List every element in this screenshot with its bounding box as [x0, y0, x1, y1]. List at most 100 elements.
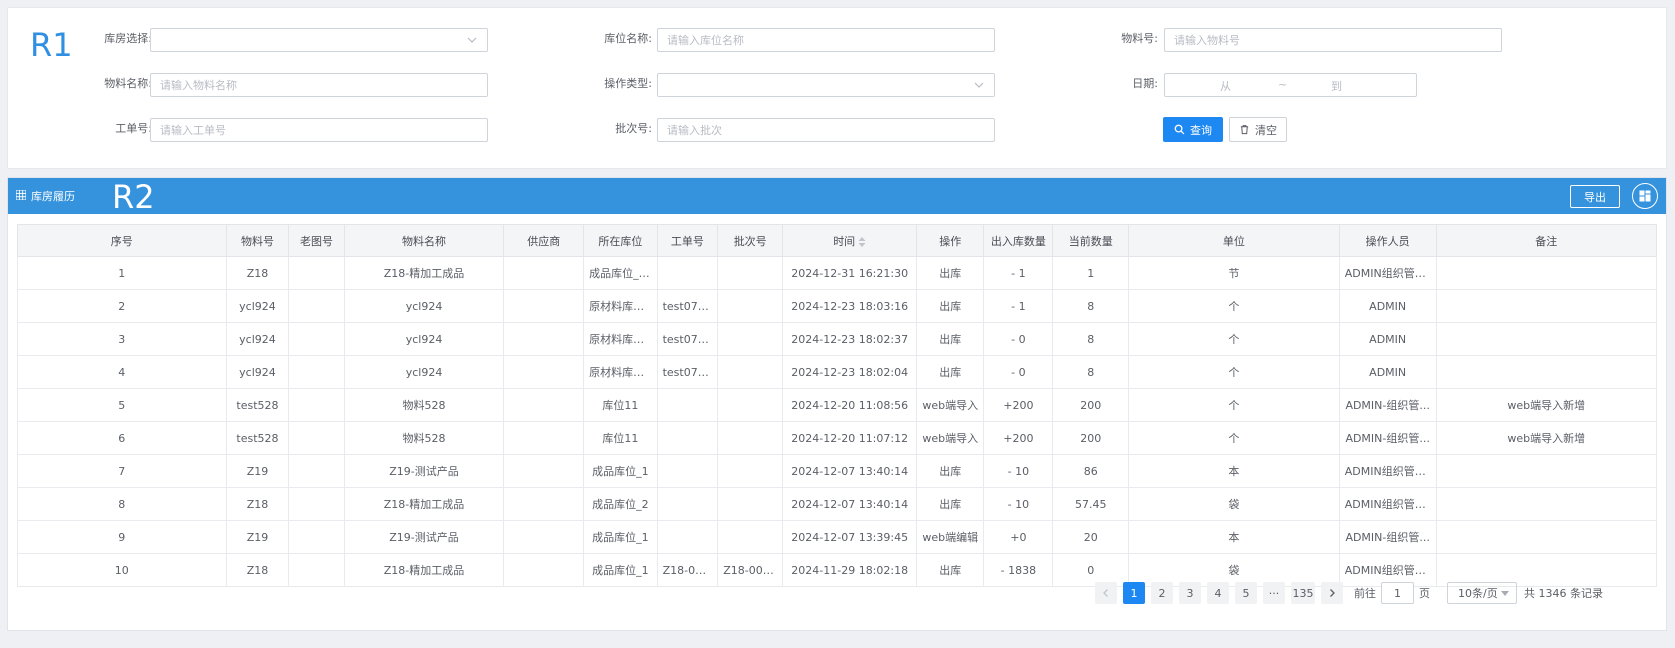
cell-in-out-qty: +200 [983, 421, 1054, 455]
table-row[interactable]: 5 test528 物料528 库位11 2024-12-20 11:08:56 web端… [17, 388, 1658, 422]
op-type-select[interactable] [657, 73, 995, 97]
cell-location: 成品库位_2 [583, 487, 658, 521]
cell-batch [717, 520, 784, 554]
work-order-input[interactable] [150, 118, 488, 142]
cell-operator: ADMIN-组织管... [1338, 388, 1437, 422]
cell-work-order: test0788... [656, 322, 719, 356]
cell-old-drawing-no [288, 322, 345, 356]
cell-work-order: test0788... [656, 355, 719, 389]
cell-operation: 出库 [916, 487, 985, 521]
col-header-supplier: 供应商 [503, 224, 585, 257]
cell-location: 库位11 [583, 421, 658, 455]
cell-operation: 出库 [916, 289, 985, 323]
cell-current-qty: 200 [1052, 421, 1130, 455]
material-name-input[interactable] [150, 73, 488, 97]
op-type-label: 操作类型: [604, 77, 652, 90]
cell-operator: ADMIN-组织管... [1338, 421, 1437, 455]
cell-in-out-qty: +0 [983, 520, 1054, 554]
cell-current-qty: 20 [1052, 520, 1130, 554]
query-button-label: 查询 [1190, 123, 1212, 137]
table-row[interactable]: 1 Z18 Z18-精加工成品 成品库位_11 2024-12-31 16:21:30 出… [17, 256, 1658, 290]
goto-page-input[interactable] [1381, 582, 1414, 604]
cell-old-drawing-no [288, 520, 345, 554]
export-button[interactable]: 导出 [1570, 185, 1620, 208]
cell-material-no: Z18 [225, 553, 290, 587]
cell-location: 原材料库位... [583, 322, 658, 356]
cell-operator: ADMIN [1338, 322, 1437, 356]
warehouse-select[interactable] [150, 28, 488, 52]
cell-index: 4 [17, 355, 227, 389]
table-header-row: 序号 物料号 老图号 物料名称 供应商 所在库位 工单号 批次号 时间 操作 出… [17, 224, 1658, 257]
cell-operation: web端编辑 [916, 520, 985, 554]
location-input[interactable] [657, 28, 995, 52]
table-row[interactable]: 6 test528 物料528 库位11 2024-12-20 11:07:12 web端… [17, 421, 1658, 455]
cell-operator: ADMIN [1338, 289, 1437, 323]
table-row[interactable]: 4 ycl924 ycl924 原材料库位... test0788... 2024-12-… [17, 355, 1658, 389]
cell-time: 2024-12-23 18:02:04 [782, 355, 918, 389]
material-no-label: 物料号: [1121, 32, 1158, 45]
cell-old-drawing-no [288, 355, 345, 389]
table-row[interactable]: 8 Z18 Z18-精加工成品 成品库位_2 2024-12-07 13:40:14 出库… [17, 487, 1658, 521]
cell-remark [1435, 355, 1658, 389]
col-header-remark: 备注 [1435, 224, 1658, 257]
batch-input[interactable] [657, 118, 995, 142]
col-header-time[interactable]: 时间 [782, 224, 918, 257]
cell-material-name: ycl924 [343, 355, 505, 389]
cell-material-no: Z18 [225, 487, 290, 521]
cell-index: 5 [17, 388, 227, 422]
cell-work-order: test0788... [656, 289, 719, 323]
cell-material-name: ycl924 [343, 322, 505, 356]
clear-button[interactable]: 清空 [1229, 117, 1287, 142]
page-size-select[interactable]: 10条/页 [1447, 582, 1517, 604]
prev-page-button[interactable] [1095, 582, 1117, 604]
cell-old-drawing-no [288, 454, 345, 488]
chevron-left-icon [1103, 589, 1108, 597]
cell-in-out-qty: - 1 [983, 256, 1054, 290]
cell-location: 成品库位_11 [583, 256, 658, 290]
page-ellipsis-button[interactable]: ··· [1263, 582, 1285, 604]
total-records: 共 1346 条记录 [1524, 587, 1603, 600]
query-button[interactable]: 查询 [1163, 117, 1223, 142]
table-row[interactable]: 3 ycl924 ycl924 原材料库位... test0788... 2024-12-… [17, 322, 1658, 356]
cell-time: 2024-12-31 16:21:30 [782, 256, 918, 290]
cell-batch [717, 454, 784, 488]
cell-batch [717, 388, 784, 422]
cell-operator: ADMIN-组织管... [1338, 520, 1437, 554]
date-range-picker[interactable]: 从 ~ 到 [1164, 73, 1417, 97]
cell-current-qty: 1 [1052, 256, 1130, 290]
col-header-operator: 操作人员 [1338, 224, 1437, 257]
cell-remark [1435, 322, 1658, 356]
sort-icon[interactable] [858, 236, 866, 248]
page-button-2[interactable]: 2 [1151, 582, 1173, 604]
next-page-button[interactable] [1321, 582, 1343, 604]
cell-supplier [503, 388, 585, 422]
page-button-3[interactable]: 3 [1179, 582, 1201, 604]
grid-icon [16, 190, 26, 200]
page-button-5[interactable]: 5 [1235, 582, 1257, 604]
table-row[interactable]: 9 Z19 Z19-测试产品 成品库位_1 2024-12-07 13:39:45 web… [17, 520, 1658, 554]
cell-unit: 节 [1128, 256, 1340, 290]
cell-material-no: Z18 [225, 256, 290, 290]
page-button-last[interactable]: 135 [1291, 582, 1315, 604]
cell-location: 库位11 [583, 388, 658, 422]
trash-icon [1240, 125, 1249, 135]
table-row[interactable]: 2 ycl924 ycl924 原材料库位... test0788... 2024-12-… [17, 289, 1658, 323]
cell-location: 原材料库位... [583, 289, 658, 323]
table-row[interactable]: 7 Z19 Z19-测试产品 成品库位_1 2024-12-07 13:40:14 出库 -… [17, 454, 1658, 488]
layout-toggle-button[interactable] [1632, 183, 1658, 209]
cell-old-drawing-no [288, 256, 345, 290]
material-no-input[interactable] [1164, 28, 1502, 52]
cell-old-drawing-no [288, 553, 345, 587]
cell-in-out-qty: - 1 [983, 289, 1054, 323]
col-header-work-order: 工单号 [656, 224, 719, 257]
cell-material-name: Z18-精加工成品 [343, 487, 505, 521]
cell-material-no: ycl924 [225, 355, 290, 389]
page-button-1[interactable]: 1 [1123, 582, 1145, 604]
filter-panel: R1 库房选择: 库位名称: 物料号: 物料名称: 操作类型: 日期: 从 ~ … [7, 7, 1667, 169]
cell-index: 9 [17, 520, 227, 554]
cell-unit: 个 [1128, 289, 1340, 323]
cell-batch [717, 289, 784, 323]
page-button-4[interactable]: 4 [1207, 582, 1229, 604]
cell-location: 成品库位_1 [583, 454, 658, 488]
cell-time: 2024-12-20 11:08:56 [782, 388, 918, 422]
